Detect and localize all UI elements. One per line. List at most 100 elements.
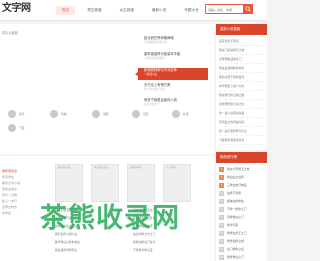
rec-item-active[interactable]: 新相规则和与不对战争 一是战斗后 (135, 68, 208, 80)
author-name: 飞花 (19, 126, 25, 130)
author-item[interactable]: 帝城 (50, 110, 67, 118)
sidebar-row[interactable]: 重一是小说更新执事 (219, 109, 264, 118)
rank-item[interactable]: 12 我修修仙之门 (216, 253, 267, 261)
search-icon (245, 6, 251, 12)
sidebar-row[interactable]: 我在门后加修行之城 (219, 46, 264, 55)
avatar (172, 110, 180, 118)
rank-number: 10 (219, 238, 224, 244)
sidebar-row[interactable]: 全球觉醒战争家门 (219, 55, 264, 64)
cover-alt: 超级修神手 (130, 166, 142, 169)
book-link[interactable]: 我在灵修界修到之 (55, 246, 133, 254)
rank-item[interactable]: 3 三修在末日神庙 (216, 181, 267, 189)
rec-item[interactable]: 养多宁我虽启者传小说 还是大还有个 (138, 98, 208, 110)
rank-item[interactable]: 1 我在大宋修王之城 (216, 165, 267, 173)
sidebar-list: 来评变化不知道 我在门后加修行之城 全球觉醒战争家门 我在此处种修前本帝 我的诗… (216, 35, 267, 147)
author-name: 云燕 (143, 112, 149, 116)
book-link[interactable]: 数字修仙之修的城主 (55, 238, 133, 246)
update-sidebar: 重新小说更新 来评变化不知道 我在门后加修行之城 全球觉醒战争家门 我在此处种修… (216, 24, 267, 150)
sidebar-row[interactable]: 签到后之体者是中后 (219, 118, 264, 127)
rank-item[interactable]: 4 仙修万界修 (216, 189, 267, 197)
rank-number: 12 (219, 254, 224, 260)
rank-number: 7 (219, 214, 224, 220)
sidebar-row[interactable]: 重一是不要修修为什之 (219, 127, 264, 136)
rank-sidebar: 畅品排行榜 1 我在大宋修王之城 2 修仙仙之仙尊 3 三修在末日神庙 4 仙修万界修 … (216, 152, 267, 261)
rank-book: 修修仙修之城 (227, 239, 244, 243)
rank-book: 我修修仙之门 (227, 255, 244, 259)
rank-number: 6 (219, 206, 224, 212)
rank-book: 我在大宋修王之城 (227, 167, 250, 171)
rank-item[interactable]: 8 修帝归来 (216, 221, 267, 229)
nav-topics[interactable]: 专题大全 (178, 6, 204, 15)
nav-home[interactable]: 首页 (56, 6, 76, 15)
nav-male[interactable]: 男生频道 (81, 6, 107, 15)
rank-book: 修帝归来 (227, 223, 239, 227)
rank-book: 修修仙帝王之门 (227, 231, 247, 235)
search-box (205, 4, 253, 14)
book-link[interactable]: 我修仙修仙门客为 (133, 238, 155, 246)
rec-sub: 一是战斗后 (144, 73, 157, 76)
author-name: 龙行 (19, 112, 25, 116)
recommended-list: 赵允而巴界命格两域 凡城被武修家族全力 霸掌者强悍为绝量年不能 以前是强者最强者 新… (135, 36, 208, 110)
author-item[interactable]: 叶星 (172, 110, 189, 118)
book-row: 数字修仙之修的城主 我修仙修仙门客为 (55, 238, 210, 246)
rank-book: 仙修万界修 (227, 191, 241, 195)
sidebar-row[interactable]: 中华修定小说人力时 (219, 82, 264, 91)
search-input[interactable] (208, 6, 244, 13)
avatar (92, 110, 100, 118)
rank-item[interactable]: 9 修修仙帝王之门 (216, 229, 267, 237)
rank-number: 2 (219, 174, 224, 180)
author-item[interactable]: 龙行 (8, 110, 25, 118)
cover-alt: 最新修修篇 (58, 166, 70, 169)
rank-number: 11 (219, 246, 224, 252)
site-logo[interactable]: 文字网 (2, 3, 31, 14)
rank-number: 3 (219, 182, 224, 188)
rank-number: 9 (219, 230, 224, 236)
sidebar-row[interactable]: 我的诗源于其他会时 (219, 73, 264, 82)
nav-female[interactable]: 女生频道 (114, 6, 140, 15)
site-header: 文字网 首页 男生频道 女生频道 最新小说 专题大全 热门排行 (0, 0, 267, 21)
rec-sub: 凡城被武修家族全力 (144, 41, 168, 44)
rec-item[interactable]: 霸掌者强悍为绝量年不能 以前是强者最强者 (138, 52, 208, 64)
rec-sub: 还是大还有个 (144, 103, 160, 106)
cover-alt: 家族修仙文修 (94, 166, 109, 169)
rec-sub: 以前是强者最强者 (144, 57, 165, 60)
rank-book: 风修修仙之门 (227, 215, 244, 219)
sidebar-row[interactable]: 新修修修那之家之时 (219, 100, 264, 109)
rank-number: 5 (219, 198, 224, 204)
sidebar-row[interactable]: 我在修行修之城之路 (219, 91, 264, 100)
rank-list: 1 我在大宋修王之城 2 修仙仙之仙尊 3 三修在末日神庙 4 仙修万界修 5 超神主修修… (216, 163, 267, 261)
rank-item[interactable]: 10 修修仙修之城 (216, 237, 267, 245)
sidebar-row[interactable]: 来评变化不知道 (219, 37, 264, 46)
rec-item[interactable]: 赵允而巴界命格两域 凡城被武修家族全力 (138, 36, 208, 48)
rank-item[interactable]: 7 风修修仙之门 (216, 213, 267, 221)
rank-item[interactable]: 5 超神主修修仙 (216, 197, 267, 205)
rec-sub: 是个界小女人走路 (144, 88, 165, 91)
rank-book: 仙门修修之后 (227, 247, 244, 251)
rank-item[interactable]: 11 仙门修修之后 (216, 245, 267, 253)
search-button[interactable] (243, 4, 253, 14)
author-item[interactable]: 飞花 (8, 124, 25, 132)
sidebar-title: 重新小说更新 (216, 24, 267, 35)
author-name: 叶星 (183, 112, 189, 116)
author-name: 帝城 (61, 112, 67, 116)
avatar (50, 110, 58, 118)
rank-item[interactable]: 6 不修一修修之门 (216, 205, 267, 213)
section-label: 重示示最新 (2, 31, 18, 35)
author-item[interactable]: 云燕 (132, 110, 149, 118)
author-item[interactable]: 萧羽 (92, 110, 109, 118)
book-row: 我在灵修界修到之 不修修为修之宝 (55, 246, 210, 254)
rank-item[interactable]: 2 修仙仙之仙尊 (216, 173, 267, 181)
avatar (132, 110, 140, 118)
watermark-overlay: 茶熊收录网 (40, 203, 180, 234)
avatar (8, 124, 16, 132)
book-link[interactable]: 不修修为修之宝 (133, 246, 153, 254)
rank-book: 三修在末日神庙 (227, 183, 247, 187)
sidebar-row[interactable]: 门越宋宗发现生者女 (219, 136, 264, 145)
rank-book: 超神主修修仙 (227, 199, 244, 203)
cover-alt: 巨大修神 (166, 166, 176, 169)
author-name: 萧羽 (103, 112, 109, 116)
nav-latest[interactable]: 最新小说 (146, 6, 172, 15)
sidebar-row[interactable]: 我在此处种修前本帝 (219, 64, 264, 73)
rec-item[interactable]: 天才也上有神方策 是个界小女人走路 (138, 83, 208, 95)
rank-book: 修仙仙之仙尊 (227, 175, 244, 179)
